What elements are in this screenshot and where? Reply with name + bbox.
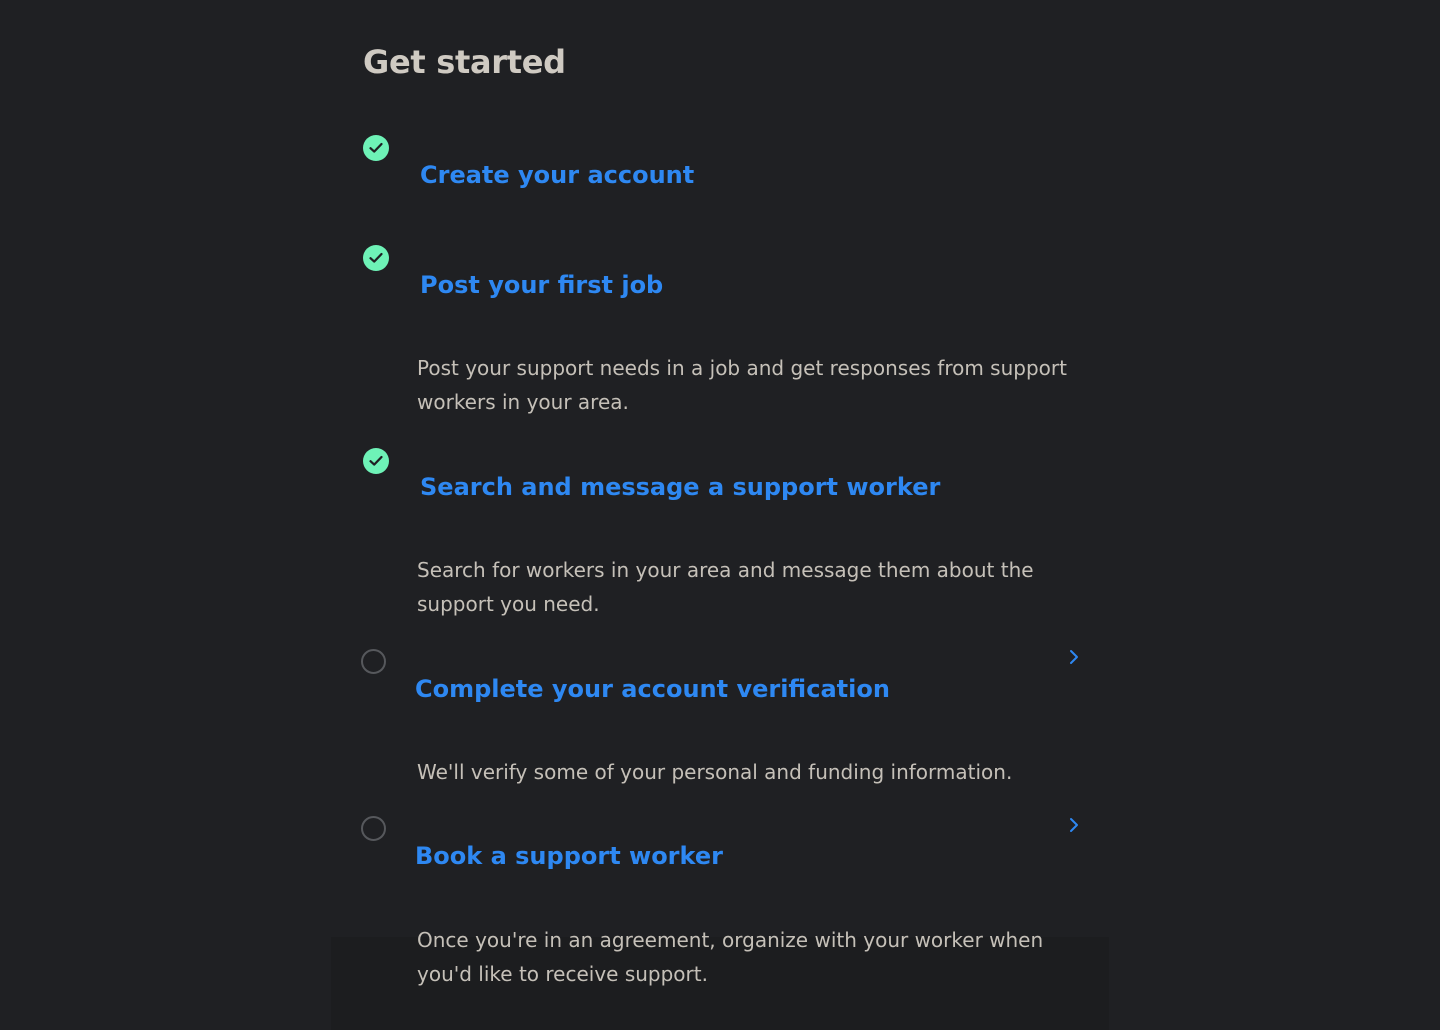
check-circle-icon: [363, 245, 389, 271]
step-description-account-verification: We'll verify some of your personal and f…: [417, 760, 1013, 784]
empty-circle-icon: [361, 649, 386, 674]
check-circle-icon: [363, 448, 389, 474]
step-description-post-job: Post your support needs in a job and get…: [417, 356, 1067, 414]
step-title-account-verification[interactable]: Complete your account verification: [415, 673, 890, 705]
empty-circle-icon: [361, 816, 386, 841]
step-title-post-job[interactable]: Post your first job: [420, 269, 663, 301]
step-title-search-message[interactable]: Search and message a support worker: [420, 471, 940, 503]
step-description-search-message: Search for workers in your area and mess…: [417, 558, 1034, 616]
page-title: Get started: [363, 43, 566, 81]
step-description-book-worker: Once you're in an agreement, organize wi…: [417, 928, 1044, 986]
check-circle-icon: [363, 135, 389, 161]
chevron-right-icon[interactable]: [1065, 645, 1081, 669]
chevron-right-icon[interactable]: [1065, 813, 1081, 837]
step-title-create-account[interactable]: Create your account: [420, 159, 694, 191]
step-title-book-worker[interactable]: Book a support worker: [415, 840, 723, 872]
get-started-page: Get started Create your account Post you…: [0, 0, 1440, 1030]
